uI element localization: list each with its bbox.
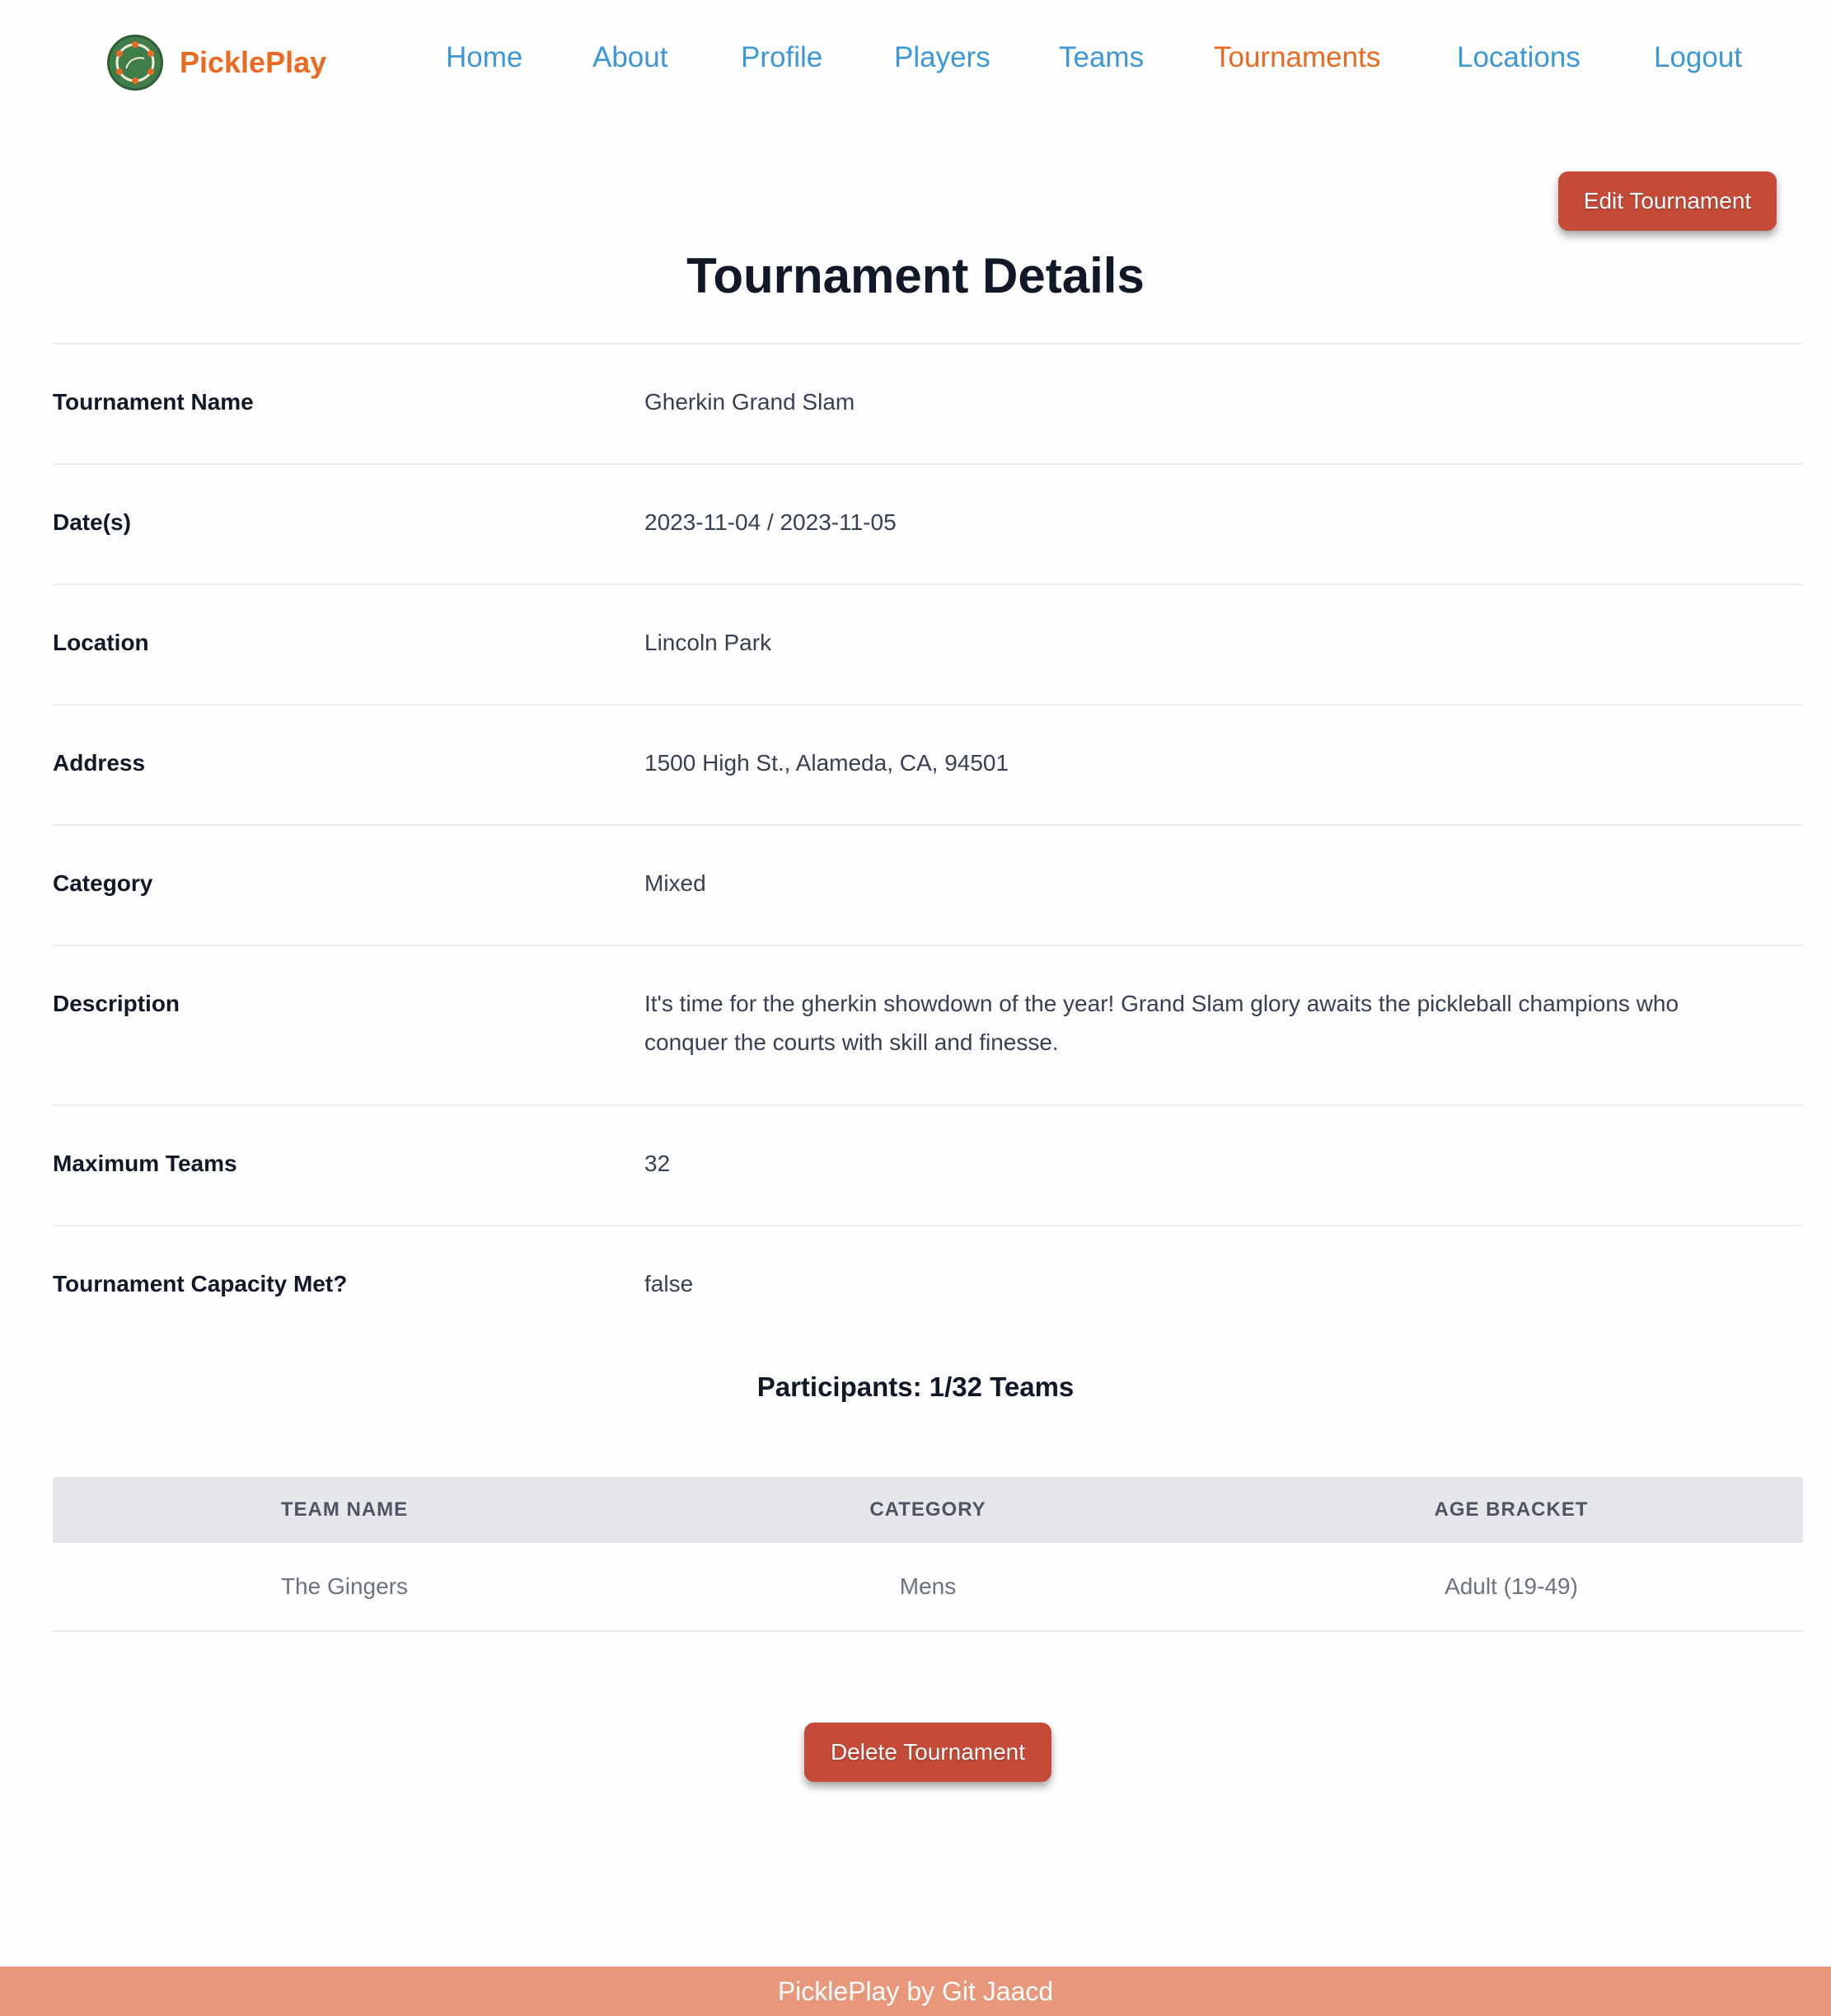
edit-tournament-button[interactable]: Edit Tournament — [1558, 171, 1777, 231]
detail-value: Mixed — [644, 870, 706, 896]
column-header-team-name: TEAM NAME — [280, 1498, 409, 1521]
detail-row-address: Address 1500 High St., Alameda, CA, 9450… — [53, 704, 1803, 824]
detail-value: 32 — [644, 1151, 671, 1176]
detail-label: Address — [53, 750, 146, 776]
detail-row-description: Description It's time for the gherkin sh… — [53, 945, 1803, 1104]
participants-heading: Participants: 1/32 Teams — [756, 1371, 1075, 1402]
detail-label: Description — [53, 991, 180, 1016]
detail-value: Gherkin Grand Slam — [644, 389, 855, 415]
detail-value: Lincoln Park — [644, 630, 772, 655]
column-header-category: CATEGORY — [869, 1498, 986, 1521]
table-header: TEAM NAME CATEGORY AGE BRACKET — [53, 1477, 1803, 1543]
nav-link-logout[interactable]: Logout — [1654, 41, 1742, 74]
navbar: PicklePlay Home About Profile Players Te… — [0, 0, 1831, 125]
detail-row-tournament-name: Tournament Name Gherkin Grand Slam — [53, 343, 1803, 463]
nav-link-players[interactable]: Players — [894, 41, 990, 74]
nav-link-about[interactable]: About — [592, 41, 667, 74]
table-row: The Gingers Mens Adult (19-49) — [53, 1543, 1803, 1632]
detail-value: 2023-11-04 / 2023-11-05 — [644, 509, 897, 535]
detail-row-dates: Date(s) 2023-11-04 / 2023-11-05 — [53, 463, 1803, 584]
delete-tournament-button[interactable]: Delete Tournament — [804, 1723, 1051, 1782]
column-header-age-bracket: AGE BRACKET — [1434, 1498, 1589, 1521]
nav-links: Home About Profile Players Teams Tournam… — [0, 41, 1831, 84]
detail-row-location: Location Lincoln Park — [53, 584, 1803, 704]
detail-label: Tournament Name — [53, 389, 254, 415]
detail-label: Tournament Capacity Met? — [53, 1271, 348, 1296]
footer: PicklePlay by Git Jaacd — [0, 1967, 1831, 2016]
participants-table: TEAM NAME CATEGORY AGE BRACKET The Ginge… — [53, 1477, 1803, 1632]
nav-link-profile[interactable]: Profile — [741, 41, 822, 74]
detail-row-capacity-met: Tournament Capacity Met? false — [53, 1225, 1803, 1345]
detail-label: Category — [53, 870, 153, 896]
nav-link-locations[interactable]: Locations — [1457, 41, 1580, 74]
detail-label: Maximum Teams — [53, 1151, 237, 1176]
detail-value: It's time for the gherkin showdown of th… — [644, 991, 1679, 1055]
detail-label: Date(s) — [53, 509, 131, 535]
footer-text: PicklePlay by Git Jaacd — [777, 1976, 1054, 2006]
tournament-details: Tournament Name Gherkin Grand Slam Date(… — [53, 343, 1803, 1345]
nav-link-home[interactable]: Home — [446, 41, 522, 74]
cell-team-name: The Gingers — [280, 1573, 409, 1599]
detail-row-maximum-teams: Maximum Teams 32 — [53, 1104, 1803, 1225]
cell-category: Mens — [899, 1573, 957, 1599]
nav-link-teams[interactable]: Teams — [1059, 41, 1144, 74]
detail-value: false — [644, 1271, 694, 1296]
detail-label: Location — [53, 630, 149, 655]
cell-age-bracket: Adult (19-49) — [1445, 1573, 1578, 1599]
detail-row-category: Category Mixed — [53, 824, 1803, 945]
detail-value: 1500 High St., Alameda, CA, 94501 — [644, 750, 1009, 776]
nav-link-tournaments[interactable]: Tournaments — [1214, 41, 1380, 74]
page-title: Tournament Details — [686, 248, 1145, 303]
